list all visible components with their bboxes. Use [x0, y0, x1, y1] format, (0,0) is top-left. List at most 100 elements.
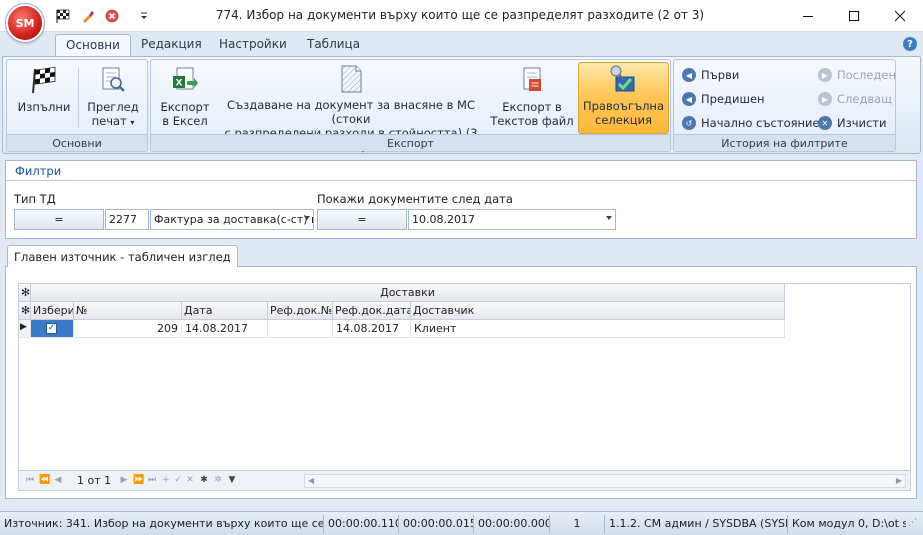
- status-bar: Източник: 341. Избор на документи върху …: [0, 511, 923, 535]
- scroll-right-icon[interactable]: ▶: [896, 476, 902, 485]
- tab-table[interactable]: Таблица: [297, 34, 370, 56]
- export-text-label-1: Експорт в: [502, 100, 562, 114]
- cell-ref-no: [268, 320, 333, 338]
- column-header-ref-date[interactable]: Реф.док.дата: [333, 302, 411, 320]
- tab-main-source-grid[interactable]: Главен източник - табличен изглед: [7, 245, 238, 267]
- nav-filter-icon[interactable]: ▼: [227, 475, 237, 485]
- history-next-button[interactable]: ▶ Следващ: [818, 88, 892, 110]
- status-time-1: 00:00:00.110: [324, 515, 399, 533]
- after-date-field[interactable]: 10.08.2017: [408, 209, 616, 230]
- export-excel-button[interactable]: X Експорт в Ексел: [154, 64, 216, 136]
- tab-settings[interactable]: Настройки: [209, 34, 297, 56]
- export-excel-label-2: в Ексел: [162, 114, 208, 128]
- tab-edit[interactable]: Редакция: [131, 34, 212, 56]
- nav-append-icon[interactable]: +: [161, 475, 171, 485]
- excel-export-icon: X: [169, 64, 201, 96]
- print-preview-label-1: Преглед: [87, 100, 139, 114]
- title-bar: 774. Избор на документи върху които ще с…: [0, 0, 923, 32]
- history-next-label: Следващ: [837, 92, 893, 106]
- status-time-2: 00:00:00.015: [399, 515, 474, 533]
- app-menu-orb[interactable]: SM: [6, 4, 44, 42]
- status-module: Ком модул 0, D:\ot sh: [792, 517, 906, 530]
- rect-selection-button[interactable]: Правоъгълна селекция: [578, 62, 669, 134]
- doc-type-value: Фактура за доставка(с-ст) в: [154, 213, 314, 226]
- cell-number: 209: [74, 320, 182, 338]
- next-icon: ▶: [818, 92, 832, 106]
- row-select-cell[interactable]: ✓: [31, 320, 74, 338]
- header-corner-icon[interactable]: ✻: [19, 302, 31, 320]
- history-first-button[interactable]: ◀ Първи: [682, 64, 739, 86]
- export-excel-label-1: Експорт: [160, 100, 210, 114]
- svg-text:X: X: [176, 79, 183, 89]
- nav-prev-page-icon[interactable]: ⏪: [39, 475, 50, 485]
- column-header-date[interactable]: Дата: [182, 302, 268, 320]
- previous-icon: ◀: [682, 92, 696, 106]
- doc-type-label: Тип ТД: [14, 192, 56, 206]
- doc-type-select[interactable]: Фактура за доставка(с-ст) в: [150, 209, 314, 230]
- resize-grip-icon[interactable]: ⋰: [908, 518, 920, 530]
- last-icon: ▶: [818, 68, 832, 82]
- band-corner-icon[interactable]: ✻: [19, 284, 31, 302]
- filter-header: Филтри: [6, 161, 916, 181]
- data-grid: ✻ Доставки ✻ Избери № Дата Реф.док.№ Реф…: [18, 283, 911, 491]
- history-last-button[interactable]: ▶ Последен: [818, 64, 896, 86]
- nav-last-icon[interactable]: ⏭: [147, 475, 157, 485]
- doc-type-code-field[interactable]: 2277: [105, 209, 149, 230]
- execute-label: Изпълни: [17, 100, 71, 114]
- chevron-down-icon: [304, 216, 310, 220]
- column-header-ref-no[interactable]: Реф.док.№: [268, 302, 333, 320]
- nav-prev-icon[interactable]: ◀: [53, 475, 63, 485]
- history-clear-label: Изчисти: [837, 116, 887, 130]
- rect-selection-icon: [608, 63, 640, 95]
- divider: [78, 68, 79, 128]
- nav-next-icon[interactable]: ▶: [119, 475, 129, 485]
- column-header-supplier[interactable]: Доставчик: [411, 302, 785, 320]
- create-document-label-1: Създаване на документ за внасяне в МС (с…: [227, 98, 475, 126]
- row-indicator-icon: ▶: [19, 320, 31, 338]
- tab-page: ✻ Доставки ✻ Избери № Дата Реф.док.№ Реф…: [5, 266, 917, 499]
- checkered-flag-icon: [28, 64, 60, 96]
- scroll-left-icon[interactable]: ◀: [308, 476, 314, 485]
- filter-panel: Филтри Тип ТД = 2277 Фактура за доставка…: [5, 160, 917, 239]
- clear-icon: ✕: [818, 116, 832, 130]
- history-clear-button[interactable]: ✕ Изчисти: [818, 112, 886, 134]
- after-date-label: Покажи документите след дата: [317, 192, 513, 206]
- column-header-select[interactable]: Избери: [31, 302, 74, 320]
- close-button[interactable]: [877, 0, 923, 31]
- print-preview-button[interactable]: Преглед печат ▾: [81, 64, 145, 136]
- ribbon: Изпълни Преглед печат ▾ Основни X Експор…: [2, 56, 921, 154]
- history-last-label: Последен: [837, 68, 896, 82]
- checkbox-checked-icon[interactable]: ✓: [46, 323, 57, 334]
- status-user: 1.1.2. СМ админ / SYSDBA (SYSDBA): [605, 515, 788, 533]
- execute-button[interactable]: Изпълни: [11, 64, 77, 136]
- brush-icon[interactable]: [80, 8, 96, 24]
- nav-refresh-icon[interactable]: ✱: [199, 475, 209, 485]
- checkered-flag-icon[interactable]: [55, 8, 71, 24]
- horizontal-scrollbar[interactable]: ◀ ▶: [304, 474, 906, 488]
- rect-selection-label-2: селекция: [595, 113, 652, 127]
- cell-supplier: Клиент: [411, 320, 785, 338]
- after-date-operator-button[interactable]: =: [317, 209, 407, 230]
- create-document-button[interactable]: Създаване на документ за внасяне в МС (с…: [219, 64, 483, 154]
- nav-next-page-icon[interactable]: ⏩: [133, 475, 144, 485]
- export-text-button[interactable]: Експорт в Текстов файл: [489, 64, 575, 136]
- doc-type-operator-button[interactable]: =: [14, 209, 104, 230]
- nav-cancel-icon[interactable]: ✕: [185, 475, 195, 485]
- close-circle-icon[interactable]: [104, 8, 120, 24]
- text-export-icon: [516, 64, 548, 96]
- nav-first-icon[interactable]: ⏮: [25, 475, 35, 485]
- table-row[interactable]: ▶ ✓ 209 14.08.2017 14.08.2017 Клиент: [19, 320, 785, 338]
- column-header-number[interactable]: №: [74, 302, 182, 320]
- rect-selection-label-1: Правоъгълна: [582, 99, 665, 113]
- history-previous-button[interactable]: ◀ Предишен: [682, 88, 765, 110]
- nav-post-icon[interactable]: ✓: [173, 475, 183, 485]
- nav-bookmark-icon[interactable]: ✲: [213, 475, 223, 485]
- history-initial-state-button[interactable]: ↺ Начално състояние: [682, 112, 820, 134]
- minimize-button[interactable]: [785, 0, 831, 31]
- after-date-value: 10.08.2017: [412, 213, 475, 226]
- export-text-label-2: Текстов файл: [490, 114, 574, 128]
- tab-main[interactable]: Основни: [55, 34, 131, 56]
- maximize-button[interactable]: [831, 0, 877, 31]
- help-icon[interactable]: ?: [903, 37, 917, 51]
- group-label-history: История на филтрите: [674, 134, 895, 151]
